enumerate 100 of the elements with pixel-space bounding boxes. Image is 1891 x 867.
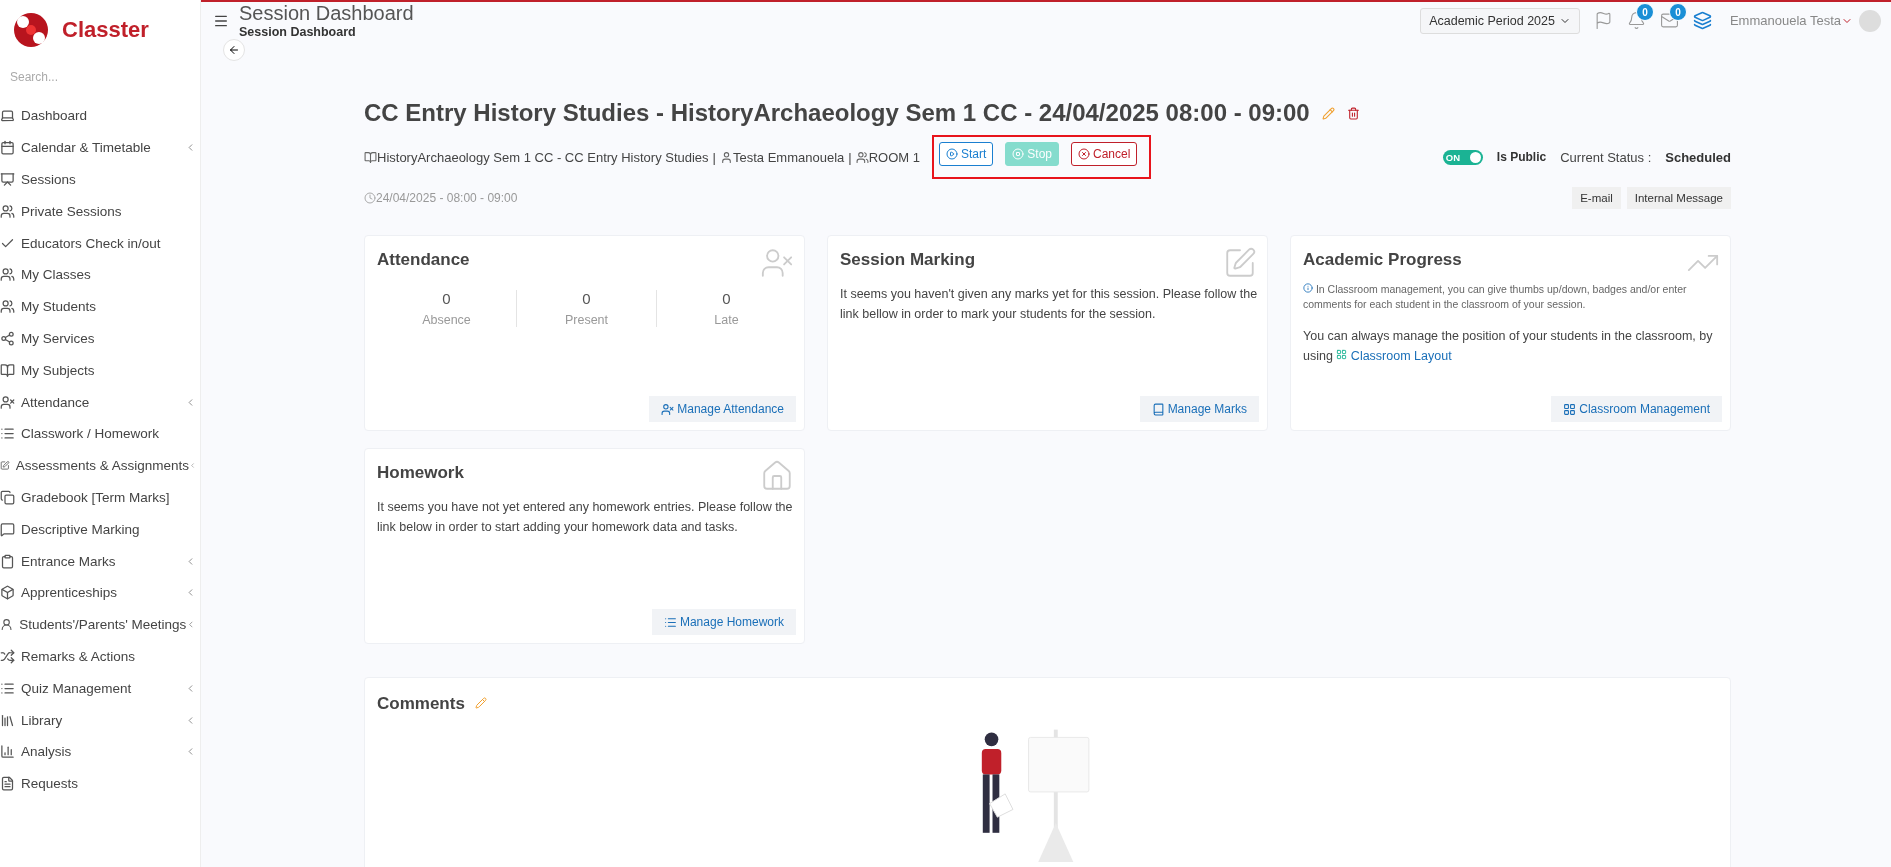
user-icon: [720, 150, 733, 164]
stat-label: Present: [564, 313, 609, 327]
stat-value: 0: [442, 290, 451, 307]
card-button[interactable]: Manage Homework: [651, 609, 796, 635]
edit-icon[interactable]: [1321, 106, 1335, 120]
stat-value: 0: [722, 290, 731, 307]
status-label: Current Status :: [1560, 149, 1652, 165]
sidebar-item[interactable]: Sessions: [0, 163, 200, 196]
sidebar-item[interactable]: Analysis: [0, 735, 200, 768]
card-title: Academic Progress: [1303, 250, 1462, 270]
users-icon: [0, 203, 15, 219]
session-title: CC Entry History Studies - HistoryArchaeology Sem 1 CC - 24/04/2025 08:00 - 09:00: [364, 99, 1310, 127]
sidebar-item[interactable]: Requests: [0, 767, 200, 800]
notification-count: 0: [1635, 3, 1654, 21]
stat-label: Late: [714, 313, 739, 327]
info-note: In Classroom management, you can give thumbs up/down, badges and/or enter comments for each student in the classroom of your session.: [1303, 282, 1688, 312]
book-icon: [0, 362, 15, 378]
card-title: Attendance: [377, 250, 470, 270]
card-button[interactable]: Manage Attendance: [649, 396, 796, 422]
calendar-icon: [0, 140, 15, 156]
card-text: You can always manage the position of your students in the classroom, by using Classroom Layout: [1303, 328, 1714, 365]
list-icon: [0, 426, 15, 442]
house-icon: [760, 459, 794, 493]
contact-button[interactable]: Internal Message: [1626, 187, 1731, 209]
search-field[interactable]: Search...: [0, 64, 200, 90]
separator: |: [848, 149, 852, 165]
cancel-button[interactable]: Cancel: [1071, 142, 1138, 166]
sidebar-item[interactable]: Students'/Parents' Meetings: [0, 608, 200, 641]
separator: |: [712, 149, 716, 165]
sidebar-item[interactable]: Educators Check in/out: [0, 227, 200, 259]
logo-icon: [12, 10, 50, 50]
layers-icon[interactable]: [1692, 11, 1712, 30]
public-label: Is Public: [1496, 150, 1547, 164]
brand-name: Classter: [62, 17, 149, 43]
stat-value: 0: [582, 290, 591, 307]
info-icon: [1303, 283, 1313, 293]
users-icon: [855, 150, 869, 164]
stop-icon: [1012, 148, 1025, 160]
edit-icon[interactable]: [474, 697, 487, 709]
room-name: ROOM 1: [868, 149, 920, 165]
sidebar-item[interactable]: Descriptive Marking: [0, 513, 200, 546]
book-icon: [1151, 402, 1165, 416]
start-button[interactable]: Start: [938, 142, 994, 166]
sidebar-item[interactable]: Assessments & Assignments: [0, 449, 200, 482]
document-icon: [0, 776, 15, 792]
sidebar-item[interactable]: Remarks & Actions: [0, 640, 200, 673]
book-icon: [364, 150, 377, 164]
sidebar-item[interactable]: Apprenticeships: [0, 576, 200, 609]
users-icon: [0, 299, 15, 315]
sidebar-item[interactable]: Entrance Marks: [0, 545, 200, 577]
sidebar-item[interactable]: Gradebook [Term Marks]: [0, 481, 200, 514]
user-icon: [0, 617, 14, 633]
grid-icon: [1336, 349, 1348, 360]
sidebar-item[interactable]: Private Sessions: [0, 195, 200, 228]
user-name[interactable]: Emmanouela Testa: [1729, 13, 1841, 28]
clock-icon: [364, 192, 376, 204]
card-title: Session Marking: [840, 250, 976, 270]
speech-bubble-icon: [0, 521, 15, 537]
status-value: Scheduled: [1665, 149, 1731, 165]
list-icon: [663, 615, 677, 629]
educator-name: Testa Emmanouela: [733, 149, 845, 165]
list-icon: [0, 680, 15, 696]
shuffle-icon: [0, 648, 15, 664]
classroom-layout-link[interactable]: Classroom Layout: [1350, 349, 1452, 363]
user-x-icon: [760, 246, 794, 280]
sidebar-item[interactable]: My Services: [0, 322, 200, 355]
users-icon: [0, 267, 15, 283]
card-text: It seems you haven't given any marks yet for this session. Please follow the link bellow in order to mark your students for the session.: [840, 286, 1259, 323]
grid-icon: [1563, 402, 1577, 416]
user-x-icon: [0, 394, 15, 410]
clipboard-icon: [0, 553, 15, 569]
sidebar-item[interactable]: Calendar & Timetable: [0, 131, 200, 164]
back-button[interactable]: [223, 39, 245, 61]
user-icon: [661, 402, 675, 416]
sidebar-item[interactable]: My Classes: [0, 259, 200, 291]
library-icon: [0, 712, 15, 728]
laptop-icon: [0, 108, 15, 124]
page-title: Session Dashboard: [239, 2, 415, 25]
contact-button[interactable]: E-mail: [1572, 187, 1621, 209]
sidebar-item[interactable]: Dashboard: [0, 100, 200, 132]
trash-icon[interactable]: [1346, 106, 1360, 120]
message-count: 0: [1668, 3, 1687, 21]
sidebar-item[interactable]: Classwork / Homework: [0, 417, 200, 450]
back-icon: [228, 44, 240, 56]
card-button[interactable]: Manage Marks: [1139, 396, 1259, 422]
sidebar-item[interactable]: My Subjects: [0, 354, 200, 387]
card-text: It seems you have not yet entered any homework entries. Please follow the link below in order to start adding your homework data and tasks.: [377, 499, 794, 536]
card-title: Homework: [377, 463, 464, 483]
period-dropdown[interactable]: Academic Period 2025: [1420, 7, 1580, 34]
bar-chart-icon: [0, 744, 15, 760]
card-button[interactable]: Classroom Management: [1551, 396, 1722, 422]
session-datetime: 24/04/2025 - 08:00 - 09:00: [376, 191, 518, 205]
sidebar-item[interactable]: Quiz Management: [0, 672, 200, 705]
sidebar-item[interactable]: Library: [0, 704, 200, 736]
nodes-icon: [0, 330, 15, 346]
sidebar-item[interactable]: Attendance: [0, 386, 200, 418]
course-name: HistoryArchaeology Sem 1 CC - CC Entry History Studies: [377, 149, 709, 165]
box-icon: [0, 585, 15, 601]
sidebar-item[interactable]: My Students: [0, 290, 200, 323]
presentation-icon: [0, 172, 15, 187]
